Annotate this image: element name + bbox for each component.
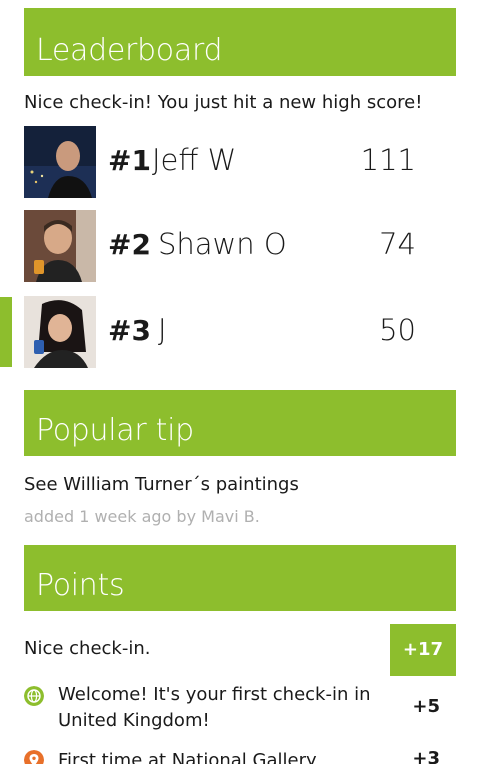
points-title: Points <box>36 568 125 603</box>
leaderboard-row[interactable]: #1 Jeff W 111 <box>24 126 456 198</box>
points-value: +3 <box>412 748 440 764</box>
points-value: +5 <box>412 696 440 717</box>
points-reason: Welcome! It's your first check-in in Uni… <box>58 684 371 731</box>
popular-tip-title: Popular tip <box>36 413 194 448</box>
tip-text[interactable]: See William Turner´s paintings <box>24 474 299 495</box>
points-total-badge: +17 <box>390 624 456 676</box>
rank-label: #3 <box>108 314 151 347</box>
popular-tip-header: Popular tip <box>24 390 456 456</box>
user-name[interactable]: J <box>158 313 167 347</box>
leaderboard-title: Leaderboard <box>36 33 223 68</box>
score: 74 <box>379 227 416 261</box>
rank-label: #2 <box>108 228 151 261</box>
score: 50 <box>379 313 416 347</box>
current-user-marker <box>0 297 12 367</box>
points-row: First time at National Gallery +3 <box>24 748 456 764</box>
score: 111 <box>360 143 416 177</box>
tip-meta: added 1 week ago by Mavi B. <box>24 507 260 526</box>
leaderboard-header: Leaderboard <box>24 8 456 76</box>
leaderboard-row[interactable]: #2 Shawn O 74 <box>24 210 456 282</box>
avatar[interactable] <box>24 296 96 368</box>
avatar[interactable] <box>24 126 96 198</box>
avatar[interactable] <box>24 210 96 282</box>
user-name[interactable]: Shawn O <box>158 227 287 261</box>
points-row: Welcome! It's your first check-in in Uni… <box>24 682 456 738</box>
globe-icon <box>24 686 44 706</box>
leaderboard-row[interactable]: #3 J 50 <box>24 296 456 368</box>
high-score-message: Nice check-in! You just hit a new high s… <box>24 92 423 113</box>
points-header: Points <box>24 545 456 611</box>
rank-label: #1 <box>108 144 151 177</box>
points-reason: First time at National Gallery <box>58 750 317 764</box>
user-name[interactable]: Jeff W <box>152 143 236 177</box>
location-pin-icon <box>24 750 44 764</box>
points-row: Nice check-in. +17 <box>24 624 456 676</box>
points-reason: Nice check-in. <box>24 638 151 659</box>
